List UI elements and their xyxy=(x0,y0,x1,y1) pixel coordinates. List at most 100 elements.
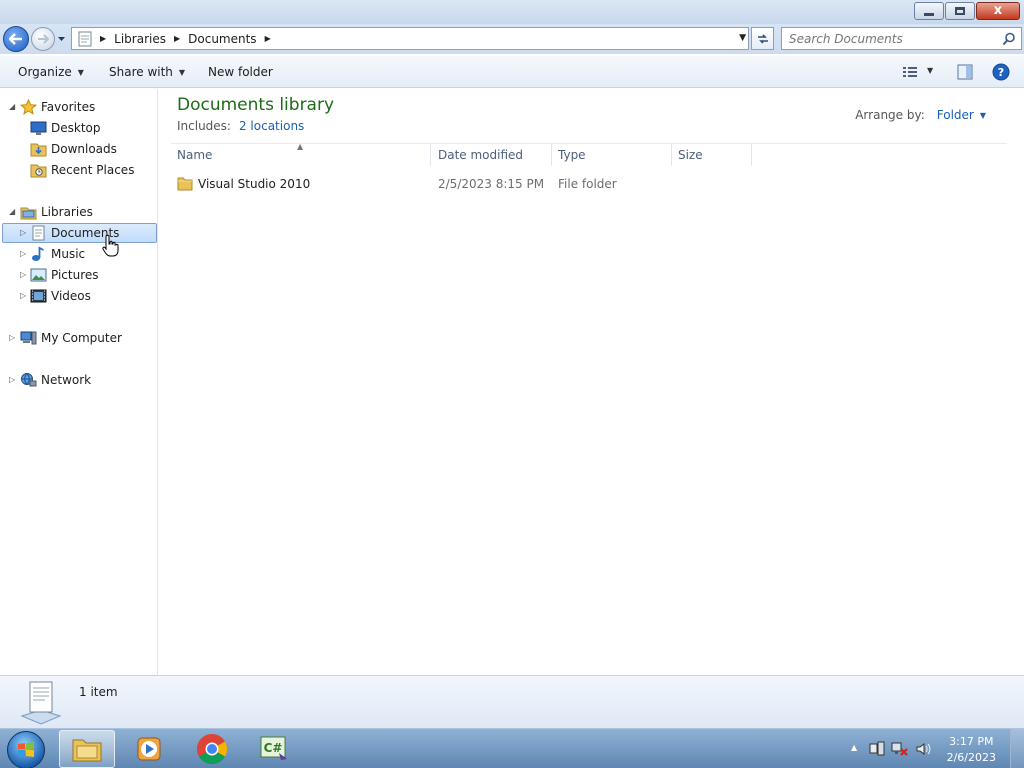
column-header-size[interactable]: Size xyxy=(672,144,752,166)
taskbar: C# ▲ 3:17 PM 2/6/2023 xyxy=(0,728,1024,768)
refresh-icon xyxy=(757,33,768,44)
expand-triangle-icon[interactable]: ▷ xyxy=(9,375,15,384)
column-headers: ▲ Name Date modified Type Size xyxy=(171,142,1007,166)
share-with-label: Share with xyxy=(109,65,173,79)
action-center-icon[interactable] xyxy=(869,741,885,757)
includes-locations-link[interactable]: 2 locations xyxy=(239,119,304,133)
nav-label: Videos xyxy=(51,289,91,303)
csharp-label: C# xyxy=(264,741,283,755)
clock-date: 2/6/2023 xyxy=(946,751,996,764)
view-options-dropdown-icon[interactable]: ▼ xyxy=(927,66,933,75)
documents-icon xyxy=(32,225,45,241)
taskbar-explorer-button[interactable] xyxy=(59,730,115,768)
includes-label: Includes: xyxy=(177,119,231,133)
expand-triangle-icon[interactable]: ▷ xyxy=(20,291,26,300)
nav-label: Libraries xyxy=(41,205,93,219)
file-name: Visual Studio 2010 xyxy=(198,177,311,191)
search-icon[interactable] xyxy=(1002,32,1016,46)
content-pane: Documents library Includes: 2 locations A… xyxy=(159,89,1024,675)
column-header-name[interactable]: Name xyxy=(171,144,431,166)
documents-library-icon xyxy=(78,31,92,46)
address-row: ▶ Libraries ▶ Documents ▶ ▼ xyxy=(0,24,1024,54)
nav-item-libraries[interactable]: Libraries xyxy=(20,202,93,222)
expand-triangle-icon[interactable]: ▷ xyxy=(9,333,15,342)
taskbar-visual-studio-button[interactable]: C# xyxy=(246,730,302,768)
organize-button[interactable]: Organize ▼ xyxy=(18,65,84,79)
show-desktop-button[interactable] xyxy=(1010,729,1024,768)
nav-label: Desktop xyxy=(51,121,101,135)
refresh-button[interactable] xyxy=(751,27,774,50)
breadcrumb-documents[interactable]: Documents xyxy=(188,32,256,46)
nav-label: My Computer xyxy=(41,331,122,345)
address-bar[interactable]: ▶ Libraries ▶ Documents ▶ ▼ xyxy=(71,27,749,50)
share-with-button[interactable]: Share with ▼ xyxy=(109,65,185,79)
breadcrumb-separator-icon[interactable]: ▶ xyxy=(174,34,180,43)
expand-triangle-icon[interactable]: ▷ xyxy=(20,249,26,258)
downloads-folder-icon xyxy=(30,143,47,157)
column-header-date-modified[interactable]: Date modified xyxy=(432,144,552,166)
collapse-triangle-icon[interactable]: ◢ xyxy=(9,102,15,111)
expand-triangle-icon[interactable]: ▷ xyxy=(20,228,26,237)
caret-down-icon[interactable]: ▼ xyxy=(980,111,986,120)
windows-logo-icon xyxy=(18,742,34,757)
new-folder-button[interactable]: New folder xyxy=(208,65,273,79)
column-header-type[interactable]: Type xyxy=(552,144,672,166)
explorer-folder-icon xyxy=(72,739,102,762)
clock[interactable]: 3:17 PM 2/6/2023 xyxy=(947,734,996,766)
music-icon xyxy=(32,246,44,261)
nav-item-videos[interactable]: Videos xyxy=(30,286,91,306)
file-type: File folder xyxy=(558,177,617,191)
nav-item-recent-places[interactable]: Recent Places xyxy=(30,160,134,180)
forward-button[interactable] xyxy=(31,27,55,51)
taskbar-media-player-button[interactable] xyxy=(121,730,177,768)
minimize-icon xyxy=(924,12,934,16)
collapse-triangle-icon[interactable]: ◢ xyxy=(9,207,15,216)
breadcrumb-separator-icon[interactable]: ▶ xyxy=(100,34,106,43)
address-dropdown-icon[interactable]: ▼ xyxy=(739,33,746,43)
preview-pane-icon[interactable] xyxy=(957,64,973,80)
nav-item-downloads[interactable]: Downloads xyxy=(30,139,117,159)
chrome-icon xyxy=(196,734,228,765)
title-bar: x xyxy=(0,0,1024,24)
network-disconnected-icon[interactable] xyxy=(891,741,909,757)
minimize-button[interactable] xyxy=(914,2,944,20)
search-box[interactable] xyxy=(781,27,1022,50)
volume-icon[interactable] xyxy=(915,741,931,757)
close-button[interactable]: x xyxy=(976,2,1020,20)
breadcrumb-libraries[interactable]: Libraries xyxy=(114,32,166,46)
restore-icon xyxy=(955,7,965,15)
start-button[interactable] xyxy=(7,731,45,768)
network-icon xyxy=(21,373,37,387)
help-icon[interactable]: ? xyxy=(992,63,1010,81)
back-button[interactable] xyxy=(3,26,29,52)
pictures-icon xyxy=(30,268,47,282)
nav-item-desktop[interactable]: Desktop xyxy=(30,118,101,138)
arrange-by: Arrange by: Folder ▼ xyxy=(855,108,986,122)
window-controls: x xyxy=(913,2,1020,20)
media-player-icon xyxy=(137,737,161,761)
arrow-left-icon xyxy=(9,33,22,45)
star-icon xyxy=(20,99,37,115)
svg-text:?: ? xyxy=(998,66,1004,79)
search-input[interactable] xyxy=(789,31,994,46)
taskbar-chrome-button[interactable] xyxy=(184,730,240,768)
command-bar: Organize ▼ Share with ▼ New folder ▼ ? xyxy=(0,56,1024,88)
show-hidden-icons-icon[interactable]: ▲ xyxy=(851,743,857,752)
library-title: Documents library xyxy=(177,95,335,115)
nav-item-music[interactable]: Music xyxy=(30,244,85,264)
nav-label: Recent Places xyxy=(51,163,135,177)
expand-triangle-icon[interactable]: ▷ xyxy=(20,270,26,279)
nav-item-my-computer[interactable]: My Computer xyxy=(20,328,122,348)
maximize-button[interactable] xyxy=(945,2,975,20)
table-row[interactable]: Visual Studio 2010 2/5/2023 8:15 PM File… xyxy=(171,173,751,195)
nav-item-favorites[interactable]: Favorites xyxy=(20,97,95,117)
organize-label: Organize xyxy=(18,65,72,79)
arrow-right-icon xyxy=(38,34,49,44)
view-options-icon[interactable] xyxy=(902,66,918,78)
arrange-by-dropdown[interactable]: Folder xyxy=(937,108,974,122)
breadcrumb-separator-icon[interactable]: ▶ xyxy=(265,34,271,43)
nav-item-network[interactable]: Network xyxy=(20,370,91,390)
recent-pages-dropdown[interactable] xyxy=(57,34,66,43)
nav-item-pictures[interactable]: Pictures xyxy=(30,265,99,285)
new-folder-label: New folder xyxy=(208,65,273,79)
